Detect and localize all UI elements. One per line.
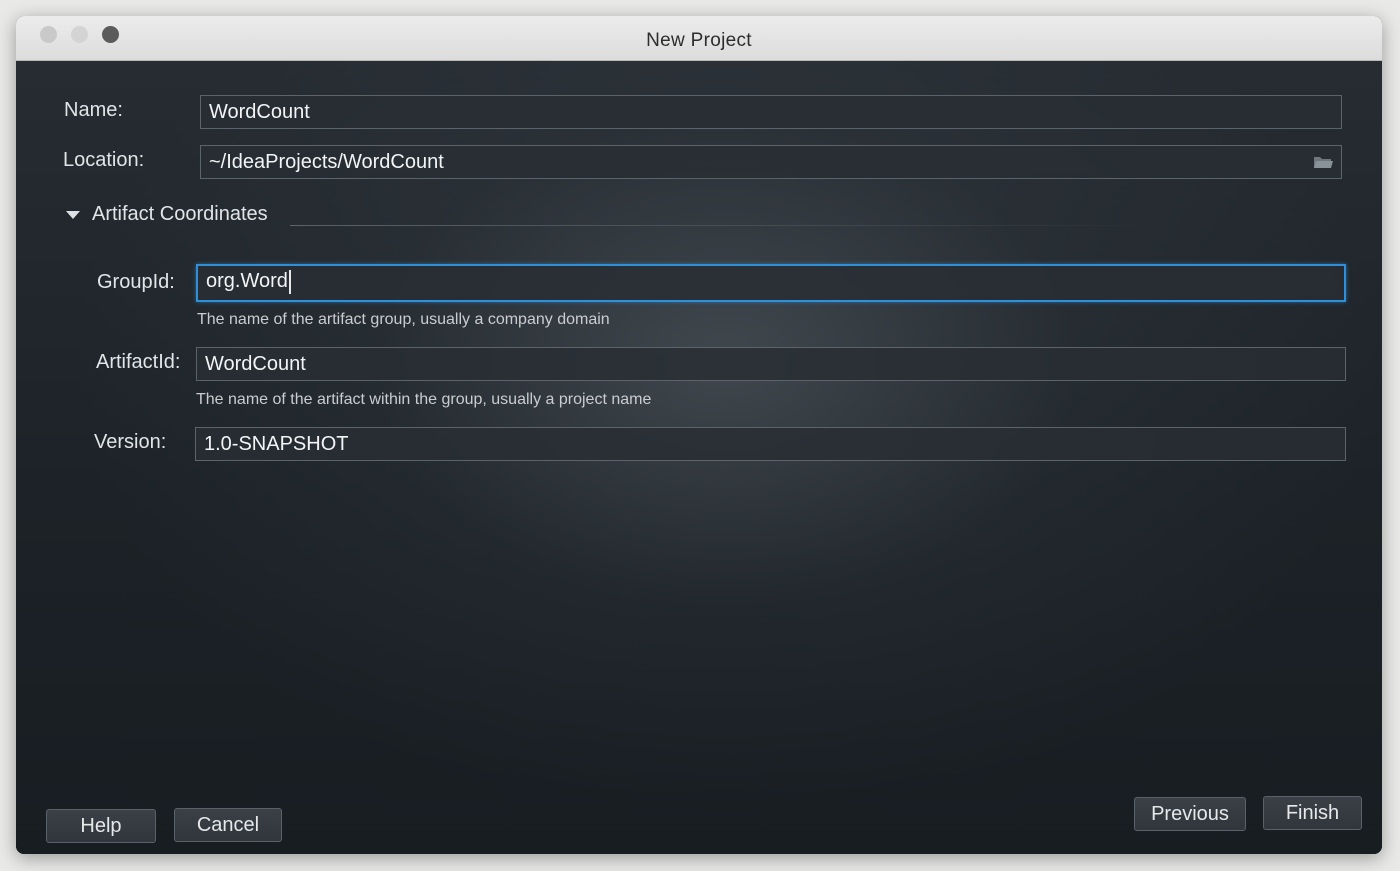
previous-button[interactable]: Previous (1134, 797, 1246, 831)
artifactid-field[interactable]: WordCount (196, 347, 1346, 381)
artifact-coordinates-toggle[interactable]: Artifact Coordinates (66, 203, 268, 226)
cancel-button[interactable]: Cancel (174, 808, 282, 842)
title-bar: New Project (16, 16, 1382, 61)
groupid-field[interactable]: org.Word (196, 264, 1346, 302)
text-caret (288, 269, 291, 294)
new-project-dialog: New Project Name: WordCount Location: ~/… (16, 16, 1382, 854)
section-divider (290, 225, 1170, 226)
artifactid-hint: The name of the artifact within the grou… (196, 391, 652, 408)
help-button[interactable]: Help (46, 809, 156, 843)
window-title: New Project (646, 30, 752, 51)
location-value: ~/IdeaProjects/WordCount (209, 151, 444, 173)
name-label: Name: (64, 99, 123, 121)
finish-button[interactable]: Finish (1263, 796, 1362, 830)
groupid-label: GroupId: (97, 271, 175, 293)
version-field[interactable]: 1.0-SNAPSHOT (195, 427, 1346, 461)
name-field[interactable]: WordCount (200, 95, 1342, 129)
groupid-value: org.Word (206, 270, 288, 292)
artifactid-label: ArtifactId: (96, 351, 181, 373)
location-label: Location: (63, 149, 145, 171)
artifact-coordinates-title: Artifact Coordinates (92, 203, 268, 225)
groupid-hint: The name of the artifact group, usually … (197, 311, 610, 328)
folder-icon[interactable] (1313, 154, 1333, 170)
dialog-content: Name: WordCount Location: ~/IdeaProjects… (16, 61, 1382, 854)
location-field[interactable]: ~/IdeaProjects/WordCount (200, 145, 1342, 179)
triangle-down-icon (66, 210, 80, 219)
version-label: Version: (94, 431, 167, 453)
